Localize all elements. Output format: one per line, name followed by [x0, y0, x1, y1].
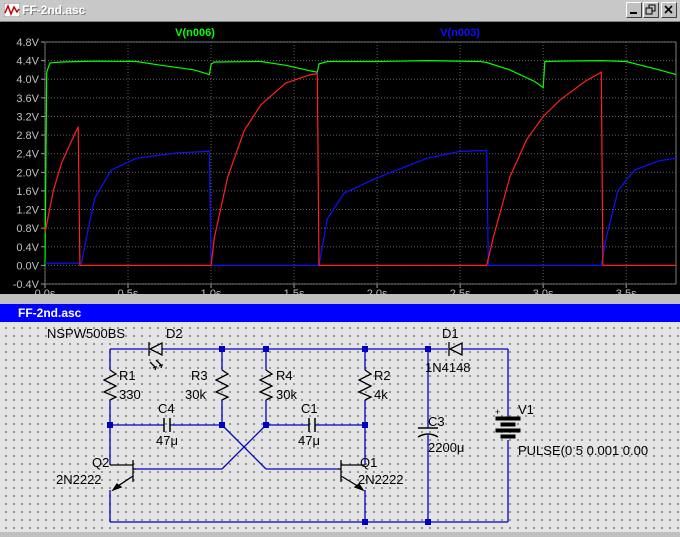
close-icon [664, 5, 673, 14]
window-title: FF-2nd.asc [22, 3, 86, 17]
led-part-label: NSPW500BS [47, 326, 125, 341]
schematic-drawing[interactable]: + NSPW500BS D2 D1 1N4148 R1 330 R3 30k R… [0, 322, 680, 532]
y-tick-label: 4.4V [16, 56, 39, 68]
led-d2-icon [148, 341, 164, 371]
r3-label: R3 [191, 368, 208, 383]
series-line-vn003 [45, 149, 677, 266]
r1-value: 330 [119, 387, 141, 402]
restore-button[interactable] [643, 2, 659, 18]
y-tick-label: 1.2V [16, 205, 39, 217]
y-tick-label: 0.8V [16, 223, 39, 235]
main-title-bar: FF-2nd.asc [0, 0, 680, 22]
svg-text:+: + [495, 407, 500, 417]
y-tick-label: 2.4V [16, 149, 39, 161]
c1-value: 47μ [298, 433, 320, 448]
plot-frame [44, 41, 677, 285]
y-tick-label: 4.0V [16, 74, 39, 86]
waveform-app-icon [4, 3, 20, 17]
resistor-r1 [102, 369, 118, 401]
minimize-button[interactable] [626, 2, 642, 18]
y-tick-label: 2.8V [16, 130, 39, 142]
c4-value: 47μ [156, 433, 178, 448]
d1-part-label: 1N4148 [425, 360, 471, 375]
legend-vn006: V(n006) [175, 27, 215, 39]
d1-label: D1 [442, 326, 459, 341]
resistor-r4 [258, 369, 274, 401]
series-line-vn006 [44, 59, 677, 266]
y-tick-label: 3.2V [16, 111, 39, 123]
d2-label: D2 [166, 326, 183, 341]
y-tick-label: 0.0V [16, 260, 39, 272]
waveform-plot[interactable]: 4.8V 4.4V 4.0V 3.6V 3.2V 2.8V 2.4V 2.0V 1.6V 1.2V… [0, 22, 680, 300]
r1-label: R1 [119, 368, 136, 383]
diode-d1-icon [448, 341, 463, 357]
restore-icon [645, 4, 656, 15]
y-tick-label: 0.4V [16, 242, 39, 254]
waveform-plot-pane[interactable]: 4.8V 4.4V 4.0V 3.6V 3.2V 2.8V 2.4V 2.0V 1.6V 1.2V… [0, 22, 680, 300]
q1-part-label: 2N2222 [358, 472, 404, 487]
pane-separator[interactable] [0, 294, 680, 304]
q2-part-label: 2N2222 [56, 472, 102, 487]
series-line-vn005 [44, 71, 676, 266]
y-tick-label: 4.8V [16, 37, 39, 49]
c3-value: 2200μ [428, 440, 464, 455]
r2-label: R2 [374, 368, 391, 383]
schematic-title-bar: FF-2nd.asc [0, 304, 680, 322]
v1-spec-label: PULSE(0 5 0.001 0.00 [518, 443, 648, 458]
q1-label: Q1 [360, 455, 377, 470]
schematic-canvas[interactable]: + NSPW500BS D2 D1 1N4148 R1 330 R3 30k R… [0, 322, 680, 532]
c4-label: C4 [158, 401, 175, 416]
schematic-labels: NSPW500BS D2 D1 1N4148 R1 330 R3 30k R4 … [47, 326, 648, 487]
resistors [102, 369, 373, 401]
y-tick-label: 2.0V [16, 167, 39, 179]
r4-label: R4 [276, 368, 293, 383]
y-tick-label: 1.6V [16, 186, 39, 198]
r4-value: 30k [276, 387, 297, 402]
resistor-r2 [357, 369, 373, 401]
r2-value: 4k [374, 387, 388, 402]
resistor-r3 [214, 369, 230, 401]
schematic-window-title: FF-2nd.asc [18, 306, 82, 320]
v1-label: V1 [518, 402, 534, 417]
r3-value: 30k [185, 387, 206, 402]
c3-label: C3 [428, 414, 445, 429]
legend-vn003: V(n003) [440, 27, 480, 39]
transistor-q2-icon [110, 460, 136, 492]
minimize-icon [630, 12, 637, 14]
c1-label: C1 [301, 401, 318, 416]
close-button[interactable] [661, 2, 677, 18]
y-tick-label: 3.6V [16, 93, 39, 105]
q2-label: Q2 [92, 455, 109, 470]
